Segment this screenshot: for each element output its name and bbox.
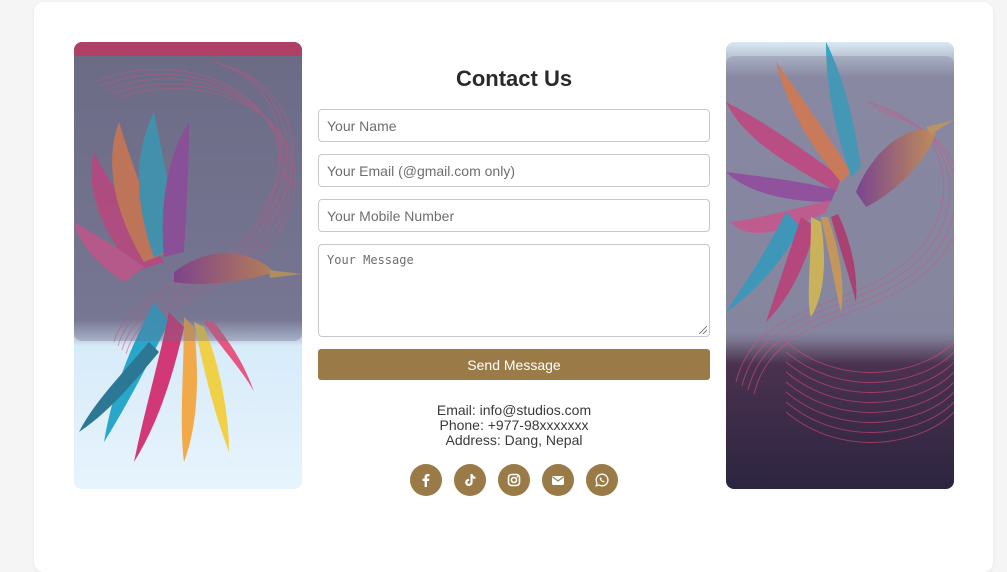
tiktok-button[interactable] bbox=[454, 464, 486, 496]
hummingbird-image-right bbox=[726, 42, 954, 489]
message-wrapper bbox=[318, 244, 710, 337]
whatsapp-button[interactable] bbox=[586, 464, 618, 496]
contact-form: Contact Us Send Message Email: info@stud… bbox=[318, 60, 710, 496]
facebook-icon bbox=[422, 474, 430, 487]
contact-email: Email: info@studios.com bbox=[436, 402, 592, 418]
instagram-button[interactable] bbox=[498, 464, 530, 496]
page-title: Contact Us bbox=[455, 66, 573, 91]
name-input[interactable] bbox=[318, 109, 710, 142]
send-message-button[interactable]: Send Message bbox=[318, 349, 710, 380]
contact-phone: Phone: +977-98xxxxxxx bbox=[439, 417, 589, 433]
mobile-input[interactable] bbox=[318, 199, 710, 232]
social-links bbox=[318, 464, 710, 496]
whatsapp-icon bbox=[595, 473, 609, 487]
instagram-icon bbox=[507, 473, 521, 487]
tiktok-icon bbox=[465, 474, 476, 486]
envelope-icon bbox=[552, 476, 564, 485]
contact-info: Email: info@studios.com Phone: +977-98xx… bbox=[318, 403, 710, 448]
hummingbird-image-left bbox=[74, 42, 302, 489]
email-button[interactable] bbox=[542, 464, 574, 496]
facebook-button[interactable] bbox=[410, 464, 442, 496]
email-input[interactable] bbox=[318, 154, 710, 187]
contact-address: Address: Dang, Nepal bbox=[445, 432, 583, 448]
message-textarea[interactable] bbox=[318, 244, 710, 337]
